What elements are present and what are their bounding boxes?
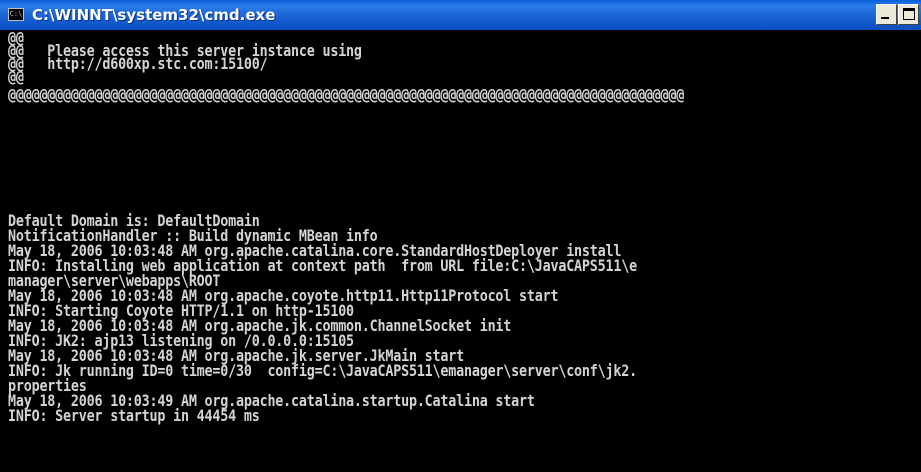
console-line: INFO: Server startup in 44454 ms	[8, 407, 260, 426]
maximize-icon	[903, 8, 915, 20]
maximize-button[interactable]	[898, 4, 919, 25]
console-line: @@ http://d600xp.stc.com:15100/	[8, 55, 268, 74]
console-line: @@@@@@@@@@@@@@@@@@@@@@@@@@@@@@@@@@@@@@@@…	[8, 86, 685, 105]
cmd-window: C:\ C:\WINNT\system32\cmd.exe @@ @@ Plea…	[0, 0, 921, 472]
window-title: C:\WINNT\system32\cmd.exe	[32, 6, 276, 24]
minimize-icon	[881, 17, 889, 19]
console-line: @@	[8, 68, 24, 87]
console-app-icon[interactable]: C:\	[8, 8, 24, 21]
console-output[interactable]: @@ @@ Please access this server instance…	[4, 31, 921, 472]
title-bar[interactable]: C:\ C:\WINNT\system32\cmd.exe	[0, 0, 921, 30]
minimize-button[interactable]	[876, 4, 897, 25]
console-line: INFO: Jk running ID=0 time=0/30 config=C…	[8, 362, 637, 381]
